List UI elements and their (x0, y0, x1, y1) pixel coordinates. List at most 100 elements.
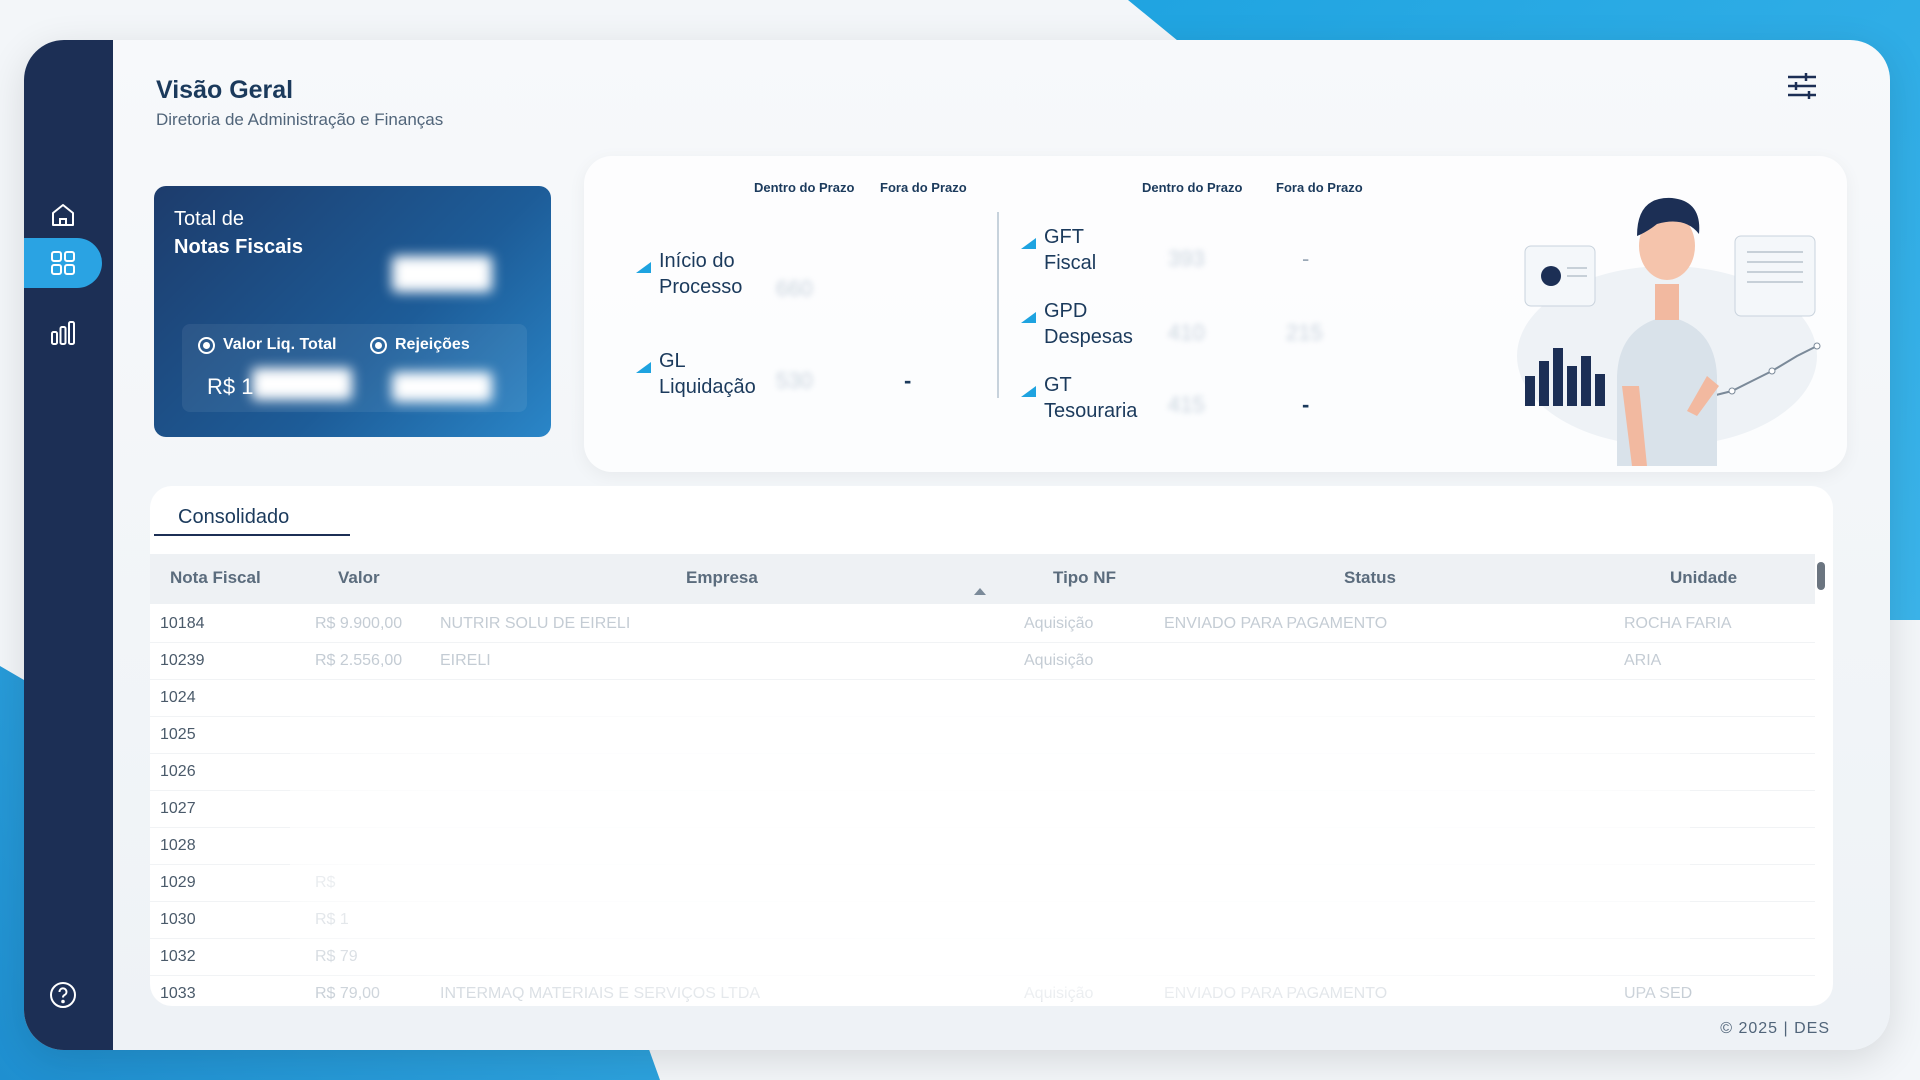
stage-label-line2: Liquidação (659, 376, 756, 398)
cell-valor: R$ 1 (315, 911, 349, 928)
cell-unidade: ARIA (1624, 652, 1662, 669)
tab-rejeicoes[interactable]: Rejeições (370, 336, 470, 354)
table-row[interactable]: 10239 R$ 2.556,00 EIRELI Aquisição ARIA (150, 643, 1815, 680)
stage-value-dentro: 530 (776, 368, 813, 393)
stage-value-dentro: 393 (1168, 246, 1205, 271)
cell-nota-fiscal: 10184 (160, 615, 205, 632)
triangle-marker-icon (1021, 238, 1036, 249)
triangle-marker-icon (636, 362, 651, 373)
sort-ascending-icon[interactable] (974, 588, 986, 595)
cell-nota-fiscal: 1029 (160, 874, 196, 891)
col-dentro-left: Dentro do Prazo (754, 180, 855, 195)
stage-label-line1: GPD (1044, 300, 1088, 322)
bar-chart-icon (51, 321, 75, 345)
cell-nota-fiscal: 10239 (160, 652, 205, 669)
table-row[interactable]: 1025 (150, 717, 1815, 754)
kpi-inner-panel: Valor Liq. Total Rejeições R$ 1 (182, 324, 527, 412)
table-row[interactable]: 1027 (150, 791, 1815, 828)
radio-icon (198, 336, 215, 354)
cell-nota-fiscal: 1030 (160, 911, 196, 928)
cell-empresa: INTERMAQ MATERIAIS E SERVIÇOS LTDA (440, 985, 761, 1002)
tab-valor-label: Valor Liq. Total (223, 336, 337, 353)
stage-label-line1: GT (1044, 374, 1072, 396)
stage-value-dentro: 660 (776, 276, 813, 301)
triangle-marker-icon (1021, 312, 1036, 323)
table-row[interactable]: 1029 R$ (150, 865, 1815, 902)
consolidado-table-panel: Consolidado Nota Fiscal Valor Empresa Ti… (150, 486, 1833, 1006)
table-scrollbar[interactable] (1817, 562, 1825, 590)
cell-tipo-nf: Aquisição (1024, 652, 1094, 669)
tab-valor-liq-total[interactable]: Valor Liq. Total (198, 336, 337, 354)
cell-status: ENVIADO PARA PAGAMENTO (1164, 985, 1388, 1002)
kpi-label-total: Total de (174, 208, 245, 230)
status-panel: Dentro do Prazo Fora do Prazo Dentro do … (584, 156, 1847, 472)
stage-gt-tesouraria: GT Tesouraria (1021, 372, 1137, 424)
stage-label-line2: Tesouraria (1044, 400, 1138, 422)
person-analytics-illustration (1517, 197, 1821, 466)
col-dentro-right: Dentro do Prazo (1142, 180, 1243, 195)
tab-rejeicoes-label: Rejeições (395, 336, 470, 353)
kpi-total-value-redacted (392, 256, 492, 292)
col-fora-left: Fora do Prazo (880, 180, 967, 195)
help-icon (50, 982, 76, 1008)
filter-sliders-icon[interactable] (1784, 68, 1820, 104)
kpi-valor-prefix: R$ 1 (207, 374, 254, 399)
sidebar-item-charts[interactable] (24, 308, 102, 358)
cell-empresa: NUTRIR SOLU DE EIRELI (440, 615, 631, 632)
table-row[interactable]: 1030 R$ 1 (150, 902, 1815, 939)
table-row[interactable]: 1032 R$ 79 (150, 939, 1815, 976)
table-header: Nota Fiscal Valor Empresa Tipo NF Status… (150, 554, 1815, 604)
divider (997, 212, 999, 398)
stage-value-dentro: 415 (1168, 392, 1205, 417)
tab-consolidado[interactable]: Consolidado (154, 502, 350, 536)
stage-gpd-despesas: GPD Despesas (1021, 298, 1133, 350)
triangle-marker-icon (1021, 386, 1036, 397)
cell-nota-fiscal: 1028 (160, 837, 196, 854)
table-row[interactable]: 1024 (150, 680, 1815, 717)
stage-label-line1: GL (659, 350, 686, 372)
stage-value-fora: 215 (1286, 320, 1323, 345)
sidebar-item-home[interactable] (24, 190, 102, 240)
cell-nota-fiscal: 1033 (160, 985, 196, 1002)
cell-unidade: ROCHA FARIA (1624, 615, 1732, 632)
sidebar-item-dashboard[interactable] (24, 238, 102, 288)
cell-valor: R$ 79 (315, 948, 358, 965)
cell-tipo-nf: Aquisição (1024, 615, 1094, 632)
stage-label-line2: Processo (659, 276, 743, 298)
footer-copyright: © 2025 | DES (1720, 1020, 1830, 1037)
cell-nota-fiscal: 1024 (160, 689, 196, 706)
cell-tipo-nf: Aquisição (1024, 985, 1094, 1002)
kpi-valor-redacted (252, 368, 352, 400)
stage-gl-liquidacao: GL Liquidação (636, 348, 756, 400)
kpi-rejeicoes-redacted (392, 372, 492, 402)
cell-status: ENVIADO PARA PAGAMENTO (1164, 615, 1388, 632)
dashboard-frame: Visão Geral Diretoria de Administração e… (24, 40, 1890, 1050)
column-header-tipo-nf[interactable]: Tipo NF (1053, 568, 1116, 588)
table-row[interactable]: 1028 (150, 828, 1815, 865)
cell-nota-fiscal: 1025 (160, 726, 196, 743)
stage-inicio-processo: Início do Processo (636, 248, 742, 300)
table-row[interactable]: 1026 (150, 754, 1815, 791)
sidebar-item-help[interactable] (24, 970, 102, 1020)
stage-label-line2: Fiscal (1044, 252, 1097, 274)
table-row[interactable]: 1033 R$ 79,00 INTERMAQ MATERIAIS E SERVIÇO… (150, 976, 1815, 1006)
triangle-marker-icon (636, 262, 651, 273)
stage-label-line2: Despesas (1044, 326, 1133, 348)
cell-unidade: UPA SED (1624, 985, 1693, 1002)
table-row[interactable]: 10184 R$ 9.900,00 NUTRIR SOLU DE EIRELI Aqu… (150, 606, 1815, 643)
stage-value-dentro: 410 (1168, 320, 1205, 345)
cell-valor: R$ 9.900,00 (315, 615, 403, 632)
stage-value-fora: - (1302, 246, 1310, 271)
column-header-nota-fiscal[interactable]: Nota Fiscal (170, 568, 261, 588)
stage-value-fora: - (1302, 392, 1310, 417)
column-header-empresa[interactable]: Empresa (686, 568, 758, 588)
col-fora-right: Fora do Prazo (1276, 180, 1363, 195)
kpi-card-notas-fiscais: Total de Notas Fiscais Valor Liq. Total … (154, 186, 551, 437)
column-header-unidade[interactable]: Unidade (1670, 568, 1737, 588)
column-header-status[interactable]: Status (1344, 568, 1396, 588)
cell-nota-fiscal: 1032 (160, 948, 196, 965)
column-header-valor[interactable]: Valor (338, 568, 380, 588)
radio-icon (370, 336, 387, 354)
cell-nota-fiscal: 1026 (160, 763, 196, 780)
home-icon (52, 204, 74, 226)
